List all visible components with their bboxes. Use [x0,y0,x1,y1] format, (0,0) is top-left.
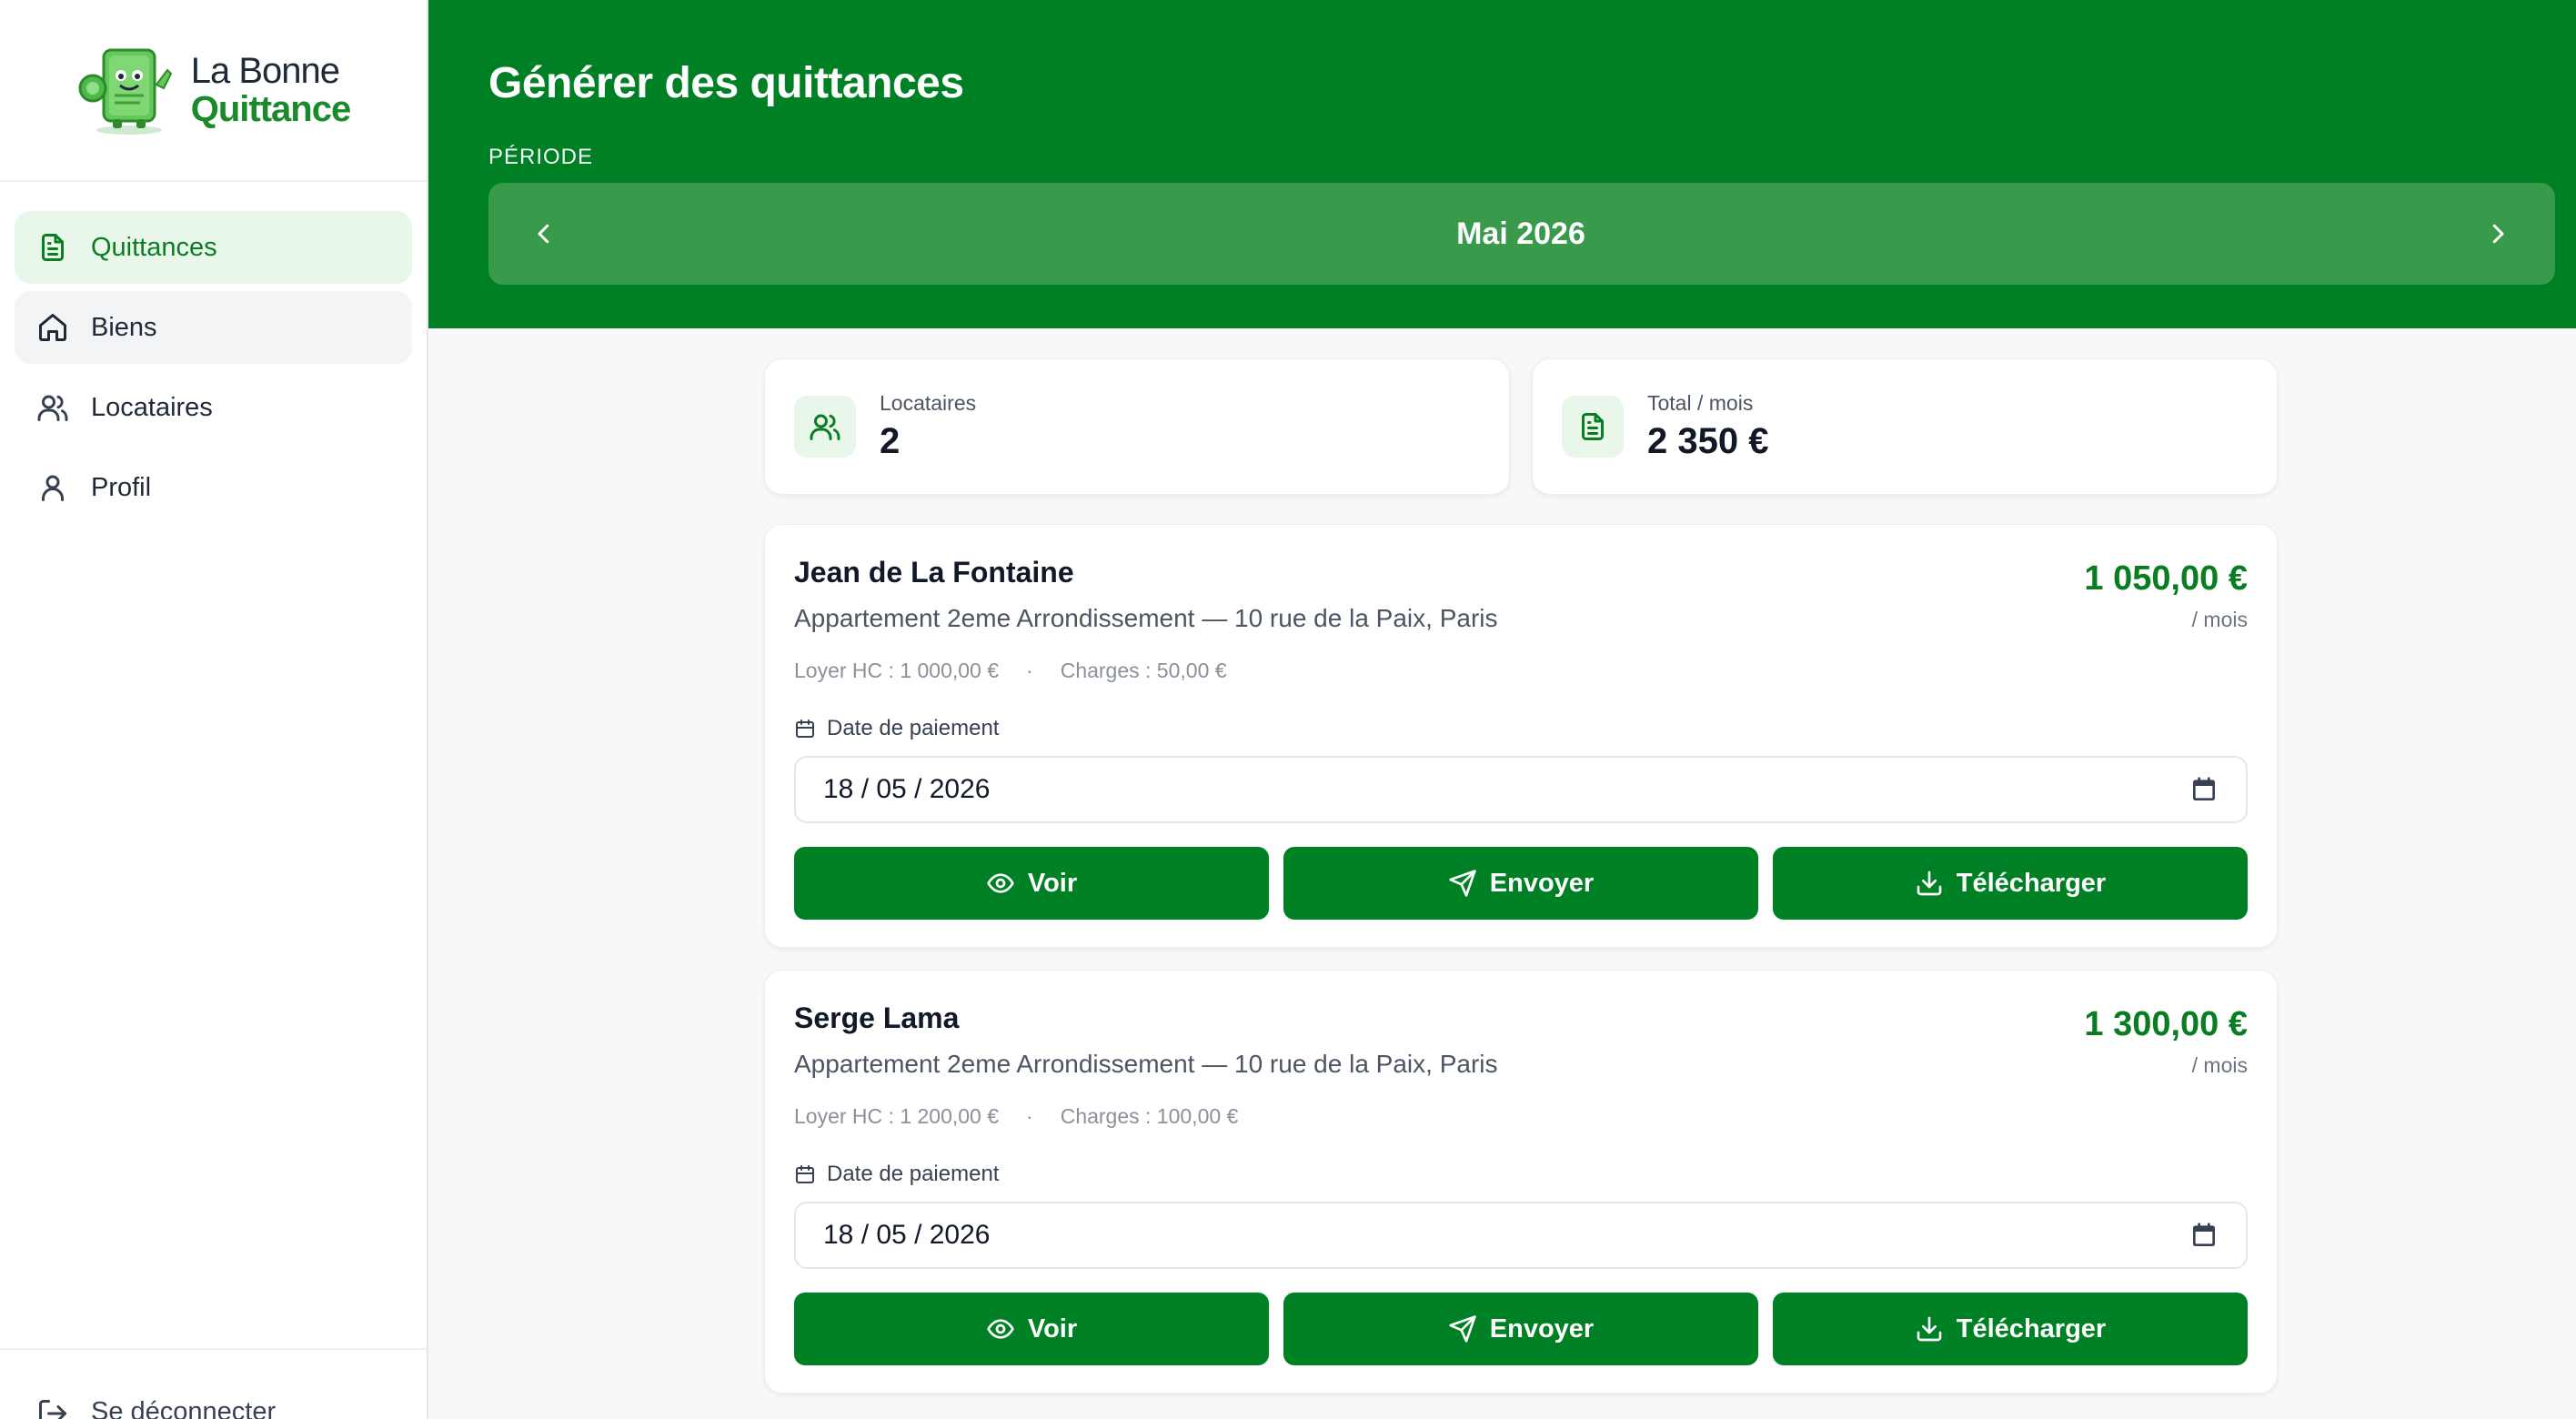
view-button-label: Voir [1027,1313,1078,1344]
sidebar-item-profil[interactable]: Profil [15,451,412,524]
users-icon [37,395,68,421]
tenant-amount-period: / mois [2191,608,2248,631]
download-button[interactable]: Télécharger [1773,1293,2248,1365]
sidebar-nav: Quittances Biens Locataires Profil [0,182,427,524]
logout-label: Se déconnecter [91,1397,277,1419]
download-button[interactable]: Télécharger [1773,847,2248,920]
brand-line2: Quittance [190,89,351,129]
download-icon [1917,1316,1942,1342]
home-icon [39,314,66,341]
sidebar-item-quittances[interactable]: Quittances [15,211,412,284]
send-button[interactable]: Envoyer [1283,847,1758,920]
payment-date-value: 18 / 05 / 2026 [823,774,991,804]
users-icon [794,396,856,458]
sidebar-item-label: Biens [91,312,157,342]
period-value: Mai 2026 [1456,216,1585,251]
page-title: Générer des quittances [488,59,964,107]
view-button[interactable]: Voir [794,847,1269,920]
tenant-card: Serge Lama Appartement 2eme Arrondisseme… [764,970,2278,1394]
send-button-label: Envoyer [1489,1313,1595,1344]
stat-label: Locataires [880,391,977,415]
tenant-amount: 1 300,00 € [2084,1005,2248,1043]
calendar-icon [796,1165,814,1183]
date-field-label: Date de paiement [827,1162,1000,1186]
rent-amount: Loyer HC : 1 000,00 € [794,659,1000,682]
sidebar: La Bonne Quittance Quittances Biens Loca… [0,0,428,1419]
detail-separator: · [1026,1104,1033,1128]
send-icon [1449,870,1476,897]
page-header: Générer des quittances PÉRIODE Mai 2026 [428,0,2576,328]
view-button[interactable]: Voir [794,1293,1269,1365]
view-button-label: Voir [1027,868,1078,898]
rent-details: Loyer HC : 1 200,00 € · Charges : 100,00… [794,1104,2248,1129]
calendar-icon [796,720,814,738]
eye-icon [987,1319,1014,1339]
brand-line1: La Bonne [190,51,340,91]
document-icon [1562,396,1624,458]
download-button-label: Télécharger [1956,1313,2107,1344]
rent-details: Loyer HC : 1 000,00 € · Charges : 50,00 … [794,659,2248,683]
logout-button[interactable]: Se déconnecter [0,1348,427,1419]
mascot-logo-icon [76,43,182,137]
period-label: PÉRIODE [488,145,594,169]
tenant-address: Appartement 2eme Arrondissement — 10 rue… [794,1050,1498,1078]
stat-card-total: Total / mois 2 350 € [1532,358,2278,495]
sidebar-item-label: Quittances [91,232,217,262]
download-icon [1917,871,1942,896]
sidebar-item-label: Locataires [91,392,213,422]
date-field-label: Date de paiement [827,716,1000,740]
logout-icon [39,1400,66,1419]
sidebar-item-biens[interactable]: Biens [15,291,412,364]
tenant-address: Appartement 2eme Arrondissement — 10 rue… [794,604,1498,632]
user-icon [42,475,64,501]
document-icon [42,234,64,261]
stat-value: 2 350 € [1647,421,1769,461]
stat-label: Total / mois [1647,391,1754,415]
tenant-amount-period: / mois [2191,1053,2248,1077]
send-button[interactable]: Envoyer [1283,1293,1758,1365]
payment-date-input[interactable]: 18 / 05 / 2026 [794,756,2248,823]
rent-amount: Loyer HC : 1 200,00 € [794,1104,1000,1128]
chevron-right-icon[interactable] [2484,220,2511,247]
payment-date-value: 18 / 05 / 2026 [823,1220,991,1250]
tenant-card: Jean de La Fontaine Appartement 2eme Arr… [764,524,2278,948]
eye-icon [987,873,1014,893]
payment-date-input[interactable]: 18 / 05 / 2026 [794,1202,2248,1269]
tenant-name: Jean de La Fontaine [794,556,1074,589]
tenant-name: Serge Lama [794,1001,960,1034]
sidebar-item-locataires[interactable]: Locataires [15,371,412,444]
detail-separator: · [1026,659,1033,682]
main-content: Locataires 2 Total / mois 2 350 € Jean d… [764,358,2278,1394]
download-button-label: Télécharger [1956,868,2107,898]
stat-card-tenants: Locataires 2 [764,358,1510,495]
brand-logo[interactable]: La Bonne Quittance [0,0,427,182]
stat-value: 2 [880,421,901,461]
period-selector: Mai 2026 [488,183,2555,285]
stats-row: Locataires 2 Total / mois 2 350 € [764,358,2278,495]
chevron-left-icon[interactable] [530,220,558,247]
charges-amount: Charges : 50,00 € [1060,659,1227,682]
charges-amount: Charges : 100,00 € [1060,1104,1239,1128]
calendar-picker-icon[interactable] [2189,1221,2219,1250]
sidebar-item-label: Profil [91,472,152,502]
send-icon [1449,1315,1476,1343]
send-button-label: Envoyer [1489,868,1595,898]
tenant-amount: 1 050,00 € [2084,559,2248,598]
calendar-picker-icon[interactable] [2189,775,2219,804]
